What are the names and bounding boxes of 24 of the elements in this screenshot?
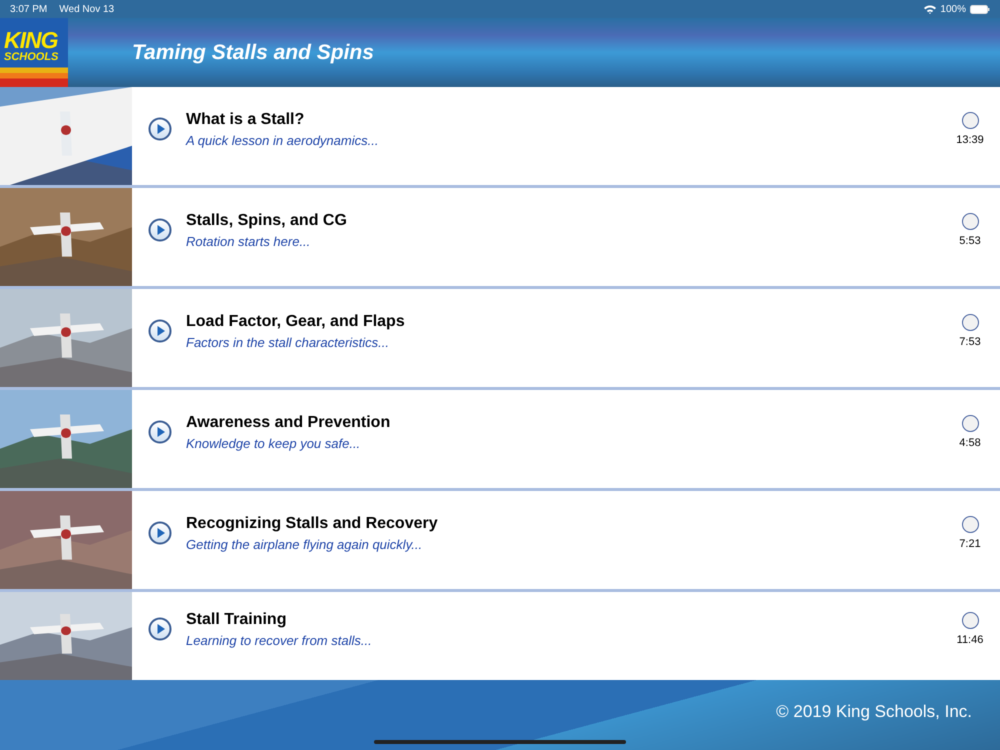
lesson-subtitle: Learning to recover from stalls... — [186, 632, 373, 648]
lesson-subtitle: A quick lesson in aerodynamics... — [186, 132, 380, 148]
lesson-subtitle: Factors in the stall characteristics... — [186, 334, 390, 350]
battery-percentage: 100% — [940, 4, 966, 14]
status-date: Wed Nov 13 — [59, 4, 114, 14]
lesson-subtitle: Knowledge to keep you safe... — [186, 436, 362, 450]
lesson-title: Recognizing Stalls and Recovery — [186, 514, 439, 532]
lesson-duration: 11:46 — [956, 634, 984, 646]
lesson-subtitle: Rotation starts here... — [186, 234, 312, 248]
lesson-subtitle: Getting the airplane flying again quickly... — [186, 536, 424, 552]
lesson-title: What is a Stall? — [186, 110, 306, 128]
lesson-duration: 5:53 — [959, 235, 981, 247]
copyright-text: © 2019 King Schools, Inc. — [776, 702, 972, 722]
lesson-title: Stall Training — [186, 610, 288, 628]
status-time: 3:07 PM — [10, 4, 48, 14]
logo: KING SCHOOLS — [0, 18, 68, 87]
lesson-duration: 4:58 — [959, 437, 981, 449]
lesson-title: Stalls, Spins, and CG — [186, 212, 348, 230]
lesson-title: Load Factor, Gear, and Flaps — [186, 312, 406, 330]
lesson-duration: 7:53 — [959, 336, 981, 348]
course-title: Taming Stalls and Spins — [132, 40, 374, 64]
lesson-duration: 7:21 — [959, 538, 981, 550]
lesson-duration: 13:39 — [956, 134, 984, 146]
lesson-title: Awareness and Prevention — [186, 414, 392, 432]
